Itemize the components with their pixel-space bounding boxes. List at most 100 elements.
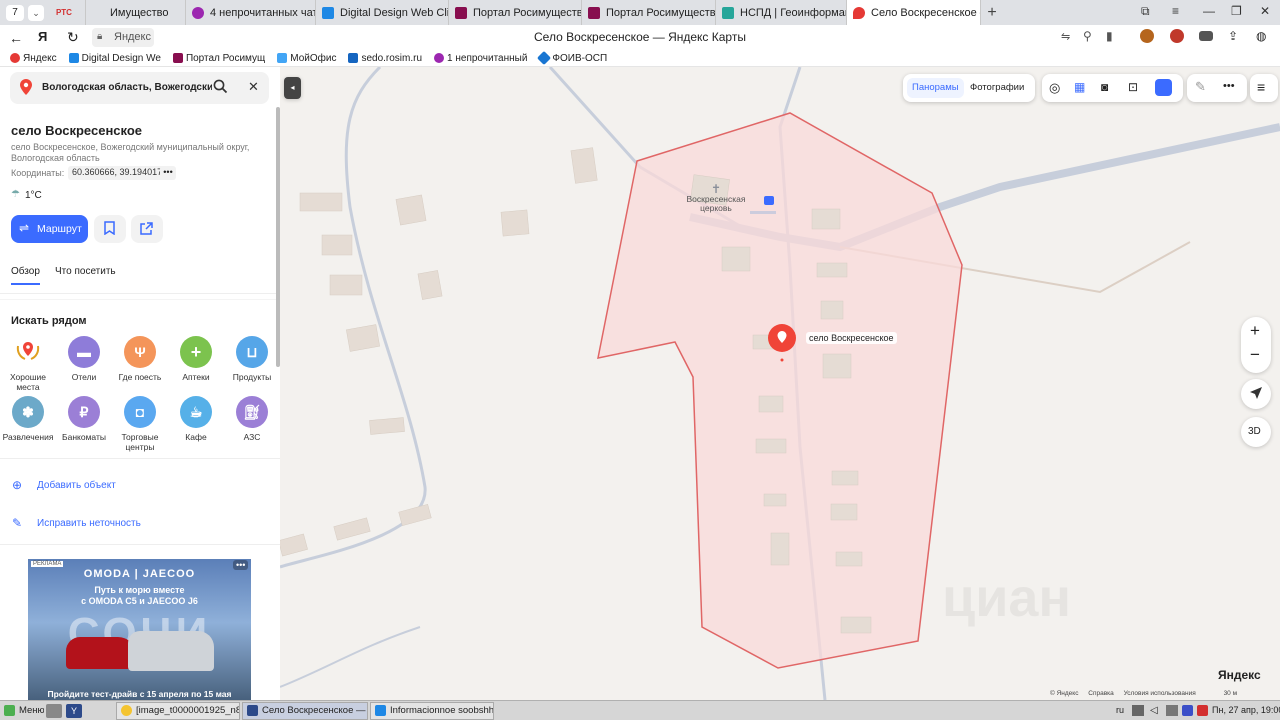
search-input[interactable]: Вологодская область, Вожегодский [42, 82, 212, 93]
tab-yandex-maps[interactable]: Село Воскресенское — Я ✕ [847, 0, 981, 25]
photos-button[interactable]: Фотографии [970, 82, 1024, 93]
category-atm[interactable]: ₽ Банкоматы [56, 396, 112, 442]
menu-icon[interactable]: ≡ [1172, 4, 1179, 18]
camera-icon[interactable]: ◙ [1101, 80, 1108, 94]
tray-icon[interactable] [1166, 705, 1178, 716]
clear-search-icon[interactable]: ✕ [248, 79, 259, 95]
yandex-home-icon[interactable]: Я [38, 29, 47, 44]
tab-overview[interactable]: Обзор [11, 266, 40, 277]
bookmark-rosim[interactable]: Портал Росимущ [172, 53, 265, 64]
extension-icon[interactable] [1170, 29, 1184, 43]
category-groceries[interactable]: ⊔ Продукты [224, 336, 280, 382]
file-manager-icon[interactable] [46, 703, 62, 718]
layers-icon[interactable]: ◎ [1049, 80, 1060, 96]
collections-icon[interactable]: ⧉ [1141, 4, 1150, 19]
place-label[interactable]: село Воскресенское [806, 332, 897, 344]
back-arrow-icon[interactable]: ← [9, 30, 23, 46]
map-menu-button[interactable]: ≡ [1250, 74, 1278, 102]
close-window-icon[interactable]: ✕ [1260, 4, 1270, 18]
terms-link[interactable]: Условия использования [1124, 690, 1196, 697]
tray-icon[interactable] [1197, 705, 1208, 716]
help-link[interactable]: Справка [1088, 690, 1114, 697]
start-menu-button[interactable]: Меню [0, 702, 44, 720]
task-document[interactable]: Informacionnoe soobshhe... [370, 701, 494, 720]
geolocate-button[interactable] [1241, 379, 1271, 409]
collapse-sidebar-button[interactable]: ◂ [284, 77, 301, 99]
bookmark-yandex[interactable]: Яндекс [10, 53, 57, 64]
tab-what-to-visit[interactable]: Что посетить [55, 266, 116, 277]
category-food[interactable]: Ψ Где поесть [112, 336, 168, 382]
tab-list-chevron-icon[interactable]: ⌄ [28, 4, 44, 21]
panoramas-button[interactable]: Панорамы [907, 78, 964, 98]
task-label: [image_t0000001925_n8.p... [136, 705, 239, 716]
more-icon[interactable]: ••• [1223, 80, 1235, 92]
bookmark-messenger[interactable]: 1 непрочитанный [434, 53, 527, 64]
zoom-in-plus-icon[interactable]: + [1250, 321, 1260, 341]
search-icon[interactable] [213, 79, 229, 95]
route-button[interactable]: ⇌ Маршрут [11, 215, 88, 243]
tray-icon[interactable] [1182, 705, 1193, 716]
tab-chats[interactable]: 4 непрочитанных чата [186, 0, 316, 25]
fix-error-label: Исправить неточность [37, 518, 141, 529]
minimize-icon[interactable]: — [1203, 4, 1215, 18]
bookmark-icon[interactable]: ▮ [1106, 29, 1113, 43]
traffic-icon[interactable]: ▦ [1074, 80, 1085, 94]
zoom-out-minus-icon[interactable]: − [1250, 345, 1260, 365]
bookmark-myoffice[interactable]: МойОфис [277, 53, 336, 64]
tab-rts[interactable]: РТС [50, 0, 86, 25]
tab-rosim-1[interactable]: Портал Росимущества [449, 0, 582, 25]
bookmarks-bar: Яндекс Digital Design We Портал Росимущ … [0, 50, 1280, 67]
bookmark-foiv[interactable]: ФОИВ-ОСП [537, 50, 607, 66]
yandex-browser-icon[interactable]: Y [66, 703, 82, 718]
tab-nspd[interactable]: НСПД | Геоинформацион [716, 0, 847, 25]
share-button[interactable] [131, 215, 163, 243]
tab-rosim-2[interactable]: Портал Росимущества [582, 0, 716, 25]
tab-digital-design[interactable]: Digital Design Web Client [316, 0, 449, 25]
task-image-viewer[interactable]: [image_t0000001925_n8.p... [116, 701, 240, 720]
bookmark-digital-design[interactable]: Digital Design We [68, 53, 161, 64]
category-cafe[interactable]: ☕︎ Кафе [168, 396, 224, 442]
tab-count[interactable]: 7 [6, 4, 24, 21]
location-icon[interactable]: ⚲ [1083, 29, 1092, 43]
document-icon [375, 705, 386, 716]
bus-icon[interactable]: ⊡ [1128, 80, 1138, 94]
language-indicator[interactable]: ru [1116, 705, 1124, 715]
restore-icon[interactable]: ❐ [1231, 4, 1242, 18]
fix-error-link[interactable]: ✎ Исправить неточность [0, 514, 280, 534]
more-dots-icon[interactable]: ••• [160, 166, 176, 180]
save-bookmark-button[interactable] [94, 215, 126, 243]
route-label: Маршрут [37, 223, 82, 235]
bookmark-label: 1 непрочитанный [447, 52, 528, 64]
category-good-places[interactable]: Хорошие места [0, 336, 56, 392]
category-hotels[interactable]: ▬ Отели [56, 336, 112, 382]
clock[interactable]: Пн, 27 апр, 19:00 [1212, 705, 1280, 715]
category-malls[interactable]: ◘ Торговые центры [112, 396, 168, 452]
add-object-link[interactable]: ⊕ Добавить объект [0, 476, 280, 496]
ruler-icon[interactable]: ✎ [1195, 79, 1206, 95]
tab-imushchestvo[interactable]: Имущество [86, 0, 186, 25]
place-pin-icon[interactable] [766, 324, 798, 364]
coords-value[interactable]: 60.360666, 39.194017 [68, 166, 167, 180]
bookmark-sedo[interactable]: sedo.rosim.ru [348, 53, 422, 64]
map-type-icon[interactable] [1155, 79, 1172, 96]
category-pharmacy[interactable]: + Аптеки [168, 336, 224, 382]
tray-icon[interactable] [1132, 705, 1144, 716]
task-yandex-maps[interactable]: Село Воскресенское — Я... [242, 701, 368, 720]
new-tab-plus-icon[interactable]: + [981, 4, 1003, 22]
category-gas[interactable]: ⛽︎ АЗС [224, 396, 280, 442]
volume-icon[interactable]: ◁ [1150, 705, 1158, 716]
ad-banner[interactable]: РЕКЛАМА ••• OMODA | JAECOO Путь к морю в… [28, 559, 251, 700]
map-canvas[interactable]: ✝ Воскресенская церковь село Воскресенск… [280, 67, 1280, 700]
sedo-icon [348, 53, 359, 63]
account-icon[interactable]: ◍ [1256, 29, 1266, 43]
search-box[interactable]: Вологодская область, Вожегодский ✕ [10, 72, 269, 104]
category-entertainment[interactable]: ✽ Развлечения [0, 396, 56, 442]
share-icon[interactable]: ⇪ [1228, 29, 1238, 43]
wallet-icon[interactable] [1199, 31, 1213, 41]
church-label[interactable]: Воскресенская церковь [684, 195, 748, 213]
site-chip[interactable]: 🔒︎ Яндекс [92, 28, 154, 47]
translate-icon[interactable]: ⇋ [1061, 30, 1070, 43]
3d-button[interactable]: 3D [1241, 417, 1271, 447]
extension-icon[interactable] [1140, 29, 1154, 43]
reload-icon[interactable]: ↻ [67, 29, 79, 46]
